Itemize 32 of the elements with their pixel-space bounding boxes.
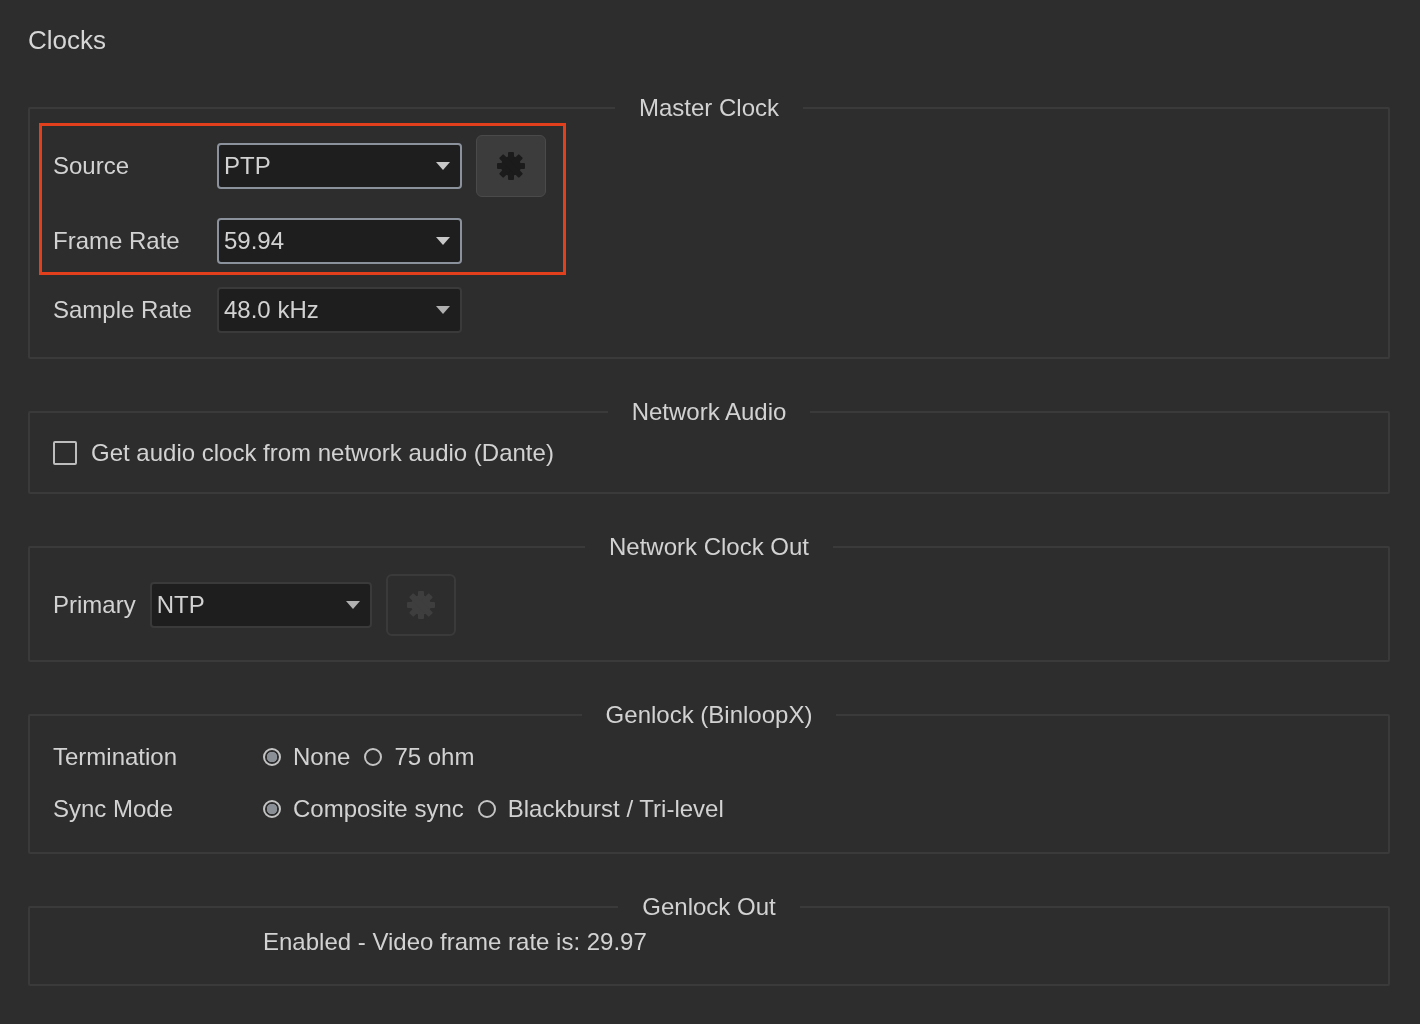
field-label: Sample Rate — [53, 296, 193, 324]
field-label: Termination — [53, 742, 179, 772]
section-title: Genlock (BinloopX) — [604, 700, 814, 730]
checkbox[interactable] — [53, 441, 77, 465]
radio-button[interactable] — [263, 800, 281, 818]
caret-icon — [436, 162, 450, 170]
caret-icon — [436, 237, 450, 245]
checkbox-label: Get audio clock from network audio (Dante) — [91, 438, 554, 468]
radio-label: Composite sync — [293, 794, 464, 824]
caret-icon — [436, 306, 450, 314]
field-label: Source — [53, 152, 131, 180]
status-text: Enabled - Video frame rate is: 29.97 — [263, 928, 647, 955]
dropdown[interactable]: 48.0 kHz — [217, 287, 462, 333]
section-title: Genlock Out — [641, 892, 777, 922]
section-title: Network Clock Out — [607, 532, 811, 562]
radio-label: None — [293, 742, 351, 772]
radio-label: Blackburst / Tri-level — [507, 794, 724, 824]
section-title: Network Audio — [630, 397, 788, 427]
page-title: Clocks — [28, 24, 107, 56]
field-label: Sync Mode — [53, 794, 175, 824]
radio-label: 75 ohm — [394, 742, 475, 772]
caret-icon — [345, 601, 360, 609]
dropdown[interactable]: PTP — [217, 143, 462, 189]
field-label: Frame Rate — [53, 227, 181, 255]
dropdown[interactable]: NTP — [149, 582, 372, 628]
radio-button[interactable] — [364, 748, 383, 766]
radio-button[interactable] — [263, 748, 281, 766]
radio-button[interactable] — [477, 800, 496, 818]
section-title: Master Clock — [638, 93, 780, 123]
dropdown[interactable]: 59.94 — [217, 218, 462, 264]
field-label: Primary — [53, 591, 136, 619]
settings-icon — [495, 150, 527, 182]
